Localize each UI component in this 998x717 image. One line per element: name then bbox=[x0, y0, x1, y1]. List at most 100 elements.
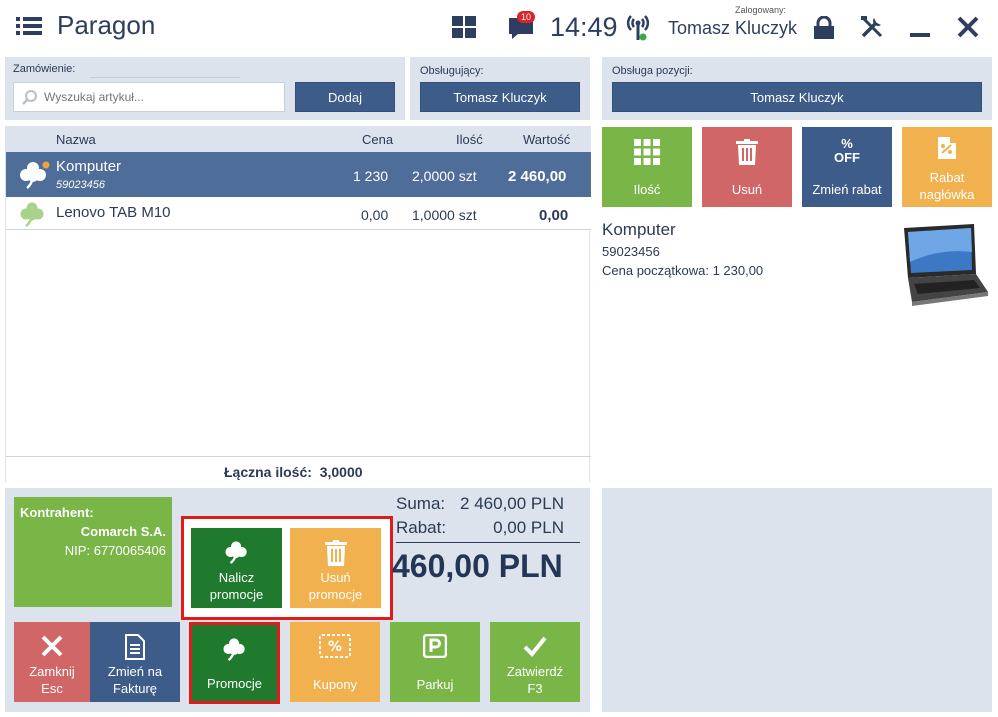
row-name: Komputer bbox=[56, 158, 122, 175]
detail-name: Komputer bbox=[602, 220, 676, 239]
confirm-label-1: Zatwierdź bbox=[506, 663, 564, 679]
connection-icon bbox=[626, 15, 650, 41]
header-discount-label-2: nagłówka bbox=[919, 187, 975, 203]
contractor-name: Comarch S.A. bbox=[80, 524, 166, 539]
total-qty-label: Łączna ilość: bbox=[224, 464, 312, 480]
clock: 14:49 bbox=[550, 12, 618, 42]
sum-label: Suma: bbox=[396, 494, 446, 513]
coupons-button[interactable]: % Kupony bbox=[290, 622, 380, 702]
right-empty-panel bbox=[602, 488, 992, 712]
discount-label: Rabat: bbox=[396, 518, 447, 537]
menu-icon[interactable] bbox=[16, 14, 42, 38]
grand-total: 460,00 PLN bbox=[392, 548, 563, 584]
close-label-1: Zamknij bbox=[29, 663, 75, 679]
items-table: Nazwa Cena Ilość Wartość Komputer 590234… bbox=[5, 126, 591, 482]
x-icon bbox=[41, 635, 63, 657]
percent-off-icon: % OFF bbox=[834, 136, 860, 165]
park-button[interactable]: Parkuj bbox=[390, 622, 480, 702]
promotions-popup: Nalicz promocje Usuń promocje bbox=[181, 516, 393, 620]
remove-promotions-label-1: Usuń bbox=[320, 569, 351, 585]
contractor-nip: NIP: 6770065406 bbox=[64, 543, 166, 558]
lock-icon[interactable] bbox=[812, 16, 836, 40]
close-receipt-button[interactable]: Zamknij Esc bbox=[14, 622, 90, 702]
minimize-icon[interactable] bbox=[910, 33, 930, 37]
park-label: Parkuj bbox=[416, 677, 454, 693]
position-service-panel: Obsługa pozycji: Tomasz Kluczyk bbox=[602, 57, 992, 120]
promotions-highlight: Promocje bbox=[189, 622, 280, 704]
app-title: Paragon bbox=[57, 10, 156, 40]
clover-icon bbox=[222, 638, 245, 661]
clover-icon bbox=[224, 541, 247, 564]
change-discount-button[interactable]: % OFF Zmień rabat bbox=[802, 127, 892, 207]
document-discount-icon bbox=[938, 137, 956, 159]
detail-code: 59023456 bbox=[602, 244, 660, 259]
checkmark-icon bbox=[523, 636, 547, 657]
header-discount-button[interactable]: Rabat nagłówka bbox=[902, 127, 992, 207]
invoice-label-2: Fakturę bbox=[112, 681, 158, 697]
svg-text:%: % bbox=[328, 639, 342, 655]
apply-promotions-button[interactable]: Nalicz promocje bbox=[191, 528, 282, 608]
trash-icon bbox=[324, 540, 347, 566]
remove-promotions-label-2: promocje bbox=[308, 587, 363, 603]
divider bbox=[396, 542, 580, 543]
confirm-label-2: F3 bbox=[527, 681, 543, 697]
table-row[interactable]: Lenovo TAB M10 0,00 1,0000 szt 0,00 bbox=[6, 197, 591, 230]
logged-user[interactable]: Tomasz Kluczyk bbox=[668, 18, 797, 39]
remove-promotions-button[interactable]: Usuń promocje bbox=[290, 528, 381, 608]
order-label: Zamówienie: bbox=[13, 63, 76, 75]
search-icon bbox=[22, 90, 37, 105]
row-name: Lenovo TAB M10 bbox=[56, 204, 171, 221]
close-icon[interactable] bbox=[957, 16, 979, 38]
row-qty: 2,0000 szt bbox=[412, 168, 477, 184]
quantity-button[interactable]: Ilość bbox=[602, 127, 692, 207]
search-box[interactable] bbox=[13, 82, 285, 112]
position-service-label: Obsługa pozycji: bbox=[612, 65, 693, 77]
notification-badge: 10 bbox=[517, 11, 536, 23]
served-by-button[interactable]: Tomasz Kluczyk bbox=[420, 82, 580, 112]
col-value[interactable]: Wartość bbox=[523, 132, 570, 147]
apply-promotions-label-2: promocje bbox=[209, 587, 264, 603]
coupons-label: Kupony bbox=[312, 677, 358, 693]
delete-button[interactable]: Usuń bbox=[702, 127, 792, 207]
total-qty: Łączna ilość: 3,0000 bbox=[224, 464, 363, 480]
laptop-image bbox=[904, 224, 988, 306]
change-discount-label: Zmień rabat bbox=[812, 182, 882, 198]
promotion-clover-icon bbox=[20, 161, 50, 189]
add-button[interactable]: Dodaj bbox=[295, 82, 395, 112]
row-code: 59023456 bbox=[56, 179, 105, 191]
contractor-label: Kontrahent: bbox=[20, 505, 94, 520]
discount-value: 0,00 PLN bbox=[493, 518, 564, 537]
row-value: 2 460,00 bbox=[508, 168, 567, 185]
served-by-label: Obsługujący: bbox=[420, 65, 484, 77]
change-to-invoice-button[interactable]: Zmień na Fakturę bbox=[90, 622, 180, 702]
row-price: 1 230 bbox=[353, 168, 389, 184]
col-name[interactable]: Nazwa bbox=[56, 132, 96, 147]
divider bbox=[90, 77, 240, 78]
confirm-button[interactable]: Zatwierdź F3 bbox=[490, 622, 580, 702]
promotions-label: Promocje bbox=[207, 676, 262, 692]
coupon-icon: % bbox=[319, 634, 351, 658]
grid-icon[interactable] bbox=[452, 16, 476, 38]
invoice-label-1: Zmień na bbox=[107, 663, 163, 679]
sum-value: 2 460,00 PLN bbox=[460, 494, 564, 513]
quantity-label: Ilość bbox=[633, 182, 661, 198]
position-service-button[interactable]: Tomasz Kluczyk bbox=[612, 82, 982, 112]
header-discount-label-1: Rabat bbox=[929, 169, 965, 185]
top-bar: Paragon 10 14:49 Zalogowany: Tomasz Kluc… bbox=[0, 0, 998, 55]
trash-icon bbox=[736, 139, 758, 165]
parking-icon bbox=[423, 634, 447, 658]
document-icon bbox=[125, 634, 145, 660]
col-price[interactable]: Cena bbox=[362, 132, 393, 147]
detail-start-price: Cena początkowa: 1 230,00 bbox=[602, 263, 764, 278]
contractor-tile[interactable]: Kontrahent: Comarch S.A. NIP: 6770065406 bbox=[14, 497, 172, 607]
order-panel: Zamówienie: Dodaj bbox=[5, 57, 405, 120]
row-price: 0,00 bbox=[361, 207, 389, 223]
tools-icon[interactable] bbox=[860, 15, 884, 39]
table-row[interactable]: Komputer 59023456 1 230 2,0000 szt 2 460… bbox=[6, 152, 591, 197]
delete-label: Usuń bbox=[731, 182, 763, 198]
col-qty[interactable]: Ilość bbox=[456, 132, 483, 147]
search-input[interactable] bbox=[44, 88, 274, 106]
divider bbox=[6, 456, 591, 457]
close-label-2: Esc bbox=[41, 681, 63, 697]
promotions-button[interactable]: Promocje bbox=[192, 625, 277, 701]
